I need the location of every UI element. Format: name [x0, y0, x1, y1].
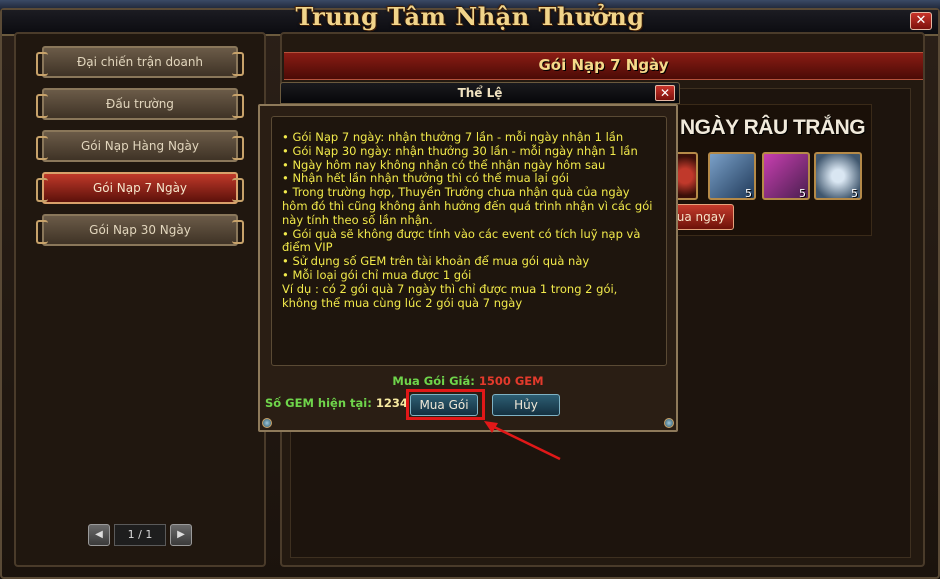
current-gem-line: Số GEM hiện tại: 1234: [265, 396, 408, 410]
annotation-arrow-icon: [484, 421, 561, 461]
current-gem-value: 1234: [375, 396, 408, 410]
menu-item-30-day-pack[interactable]: Gói Nạp 30 Ngày: [36, 214, 244, 246]
reward-item-diamond-icon[interactable]: 5: [814, 152, 862, 200]
item-count: 5: [745, 187, 752, 200]
corner-ornament: [262, 418, 272, 428]
price-line: Mua Gói Giá: 1500 GEM: [260, 374, 676, 388]
rule-line: Ví dụ : có 2 gói quà 7 ngày thì chỉ được…: [282, 281, 618, 310]
reward-item-character-icon[interactable]: 5: [708, 152, 756, 200]
item-count: 5: [799, 187, 806, 200]
window-close-button[interactable]: ✕: [910, 12, 932, 30]
dialog-body: • Gói Nạp 7 ngày: nhận thưởng 7 lần - mỗ…: [258, 104, 678, 432]
price-label: Mua Gói Giá:: [392, 374, 475, 388]
left-menu-panel: Đại chiến trận doanh Đấu trường Gói Nạp …: [14, 32, 266, 567]
rules-text-area: • Gói Nạp 7 ngày: nhận thưởng 7 lần - mỗ…: [271, 116, 667, 366]
menu-item-7-day-pack[interactable]: Gói Nạp 7 Ngày: [36, 172, 244, 204]
rule-line: • Gói Nạp 7 ngày: nhận thưởng 7 lần - mỗ…: [282, 130, 624, 144]
content-header: Gói Nạp 7 Ngày: [284, 52, 923, 80]
rule-line: • Gói quà sẽ không được tính vào các eve…: [282, 226, 641, 255]
menu-item-faction-war[interactable]: Đại chiến trận doanh: [36, 46, 244, 78]
corner-ornament: [664, 418, 674, 428]
reward-item-scroll-icon[interactable]: 5: [762, 152, 810, 200]
content-title: Gói Nạp 7 Ngày: [538, 56, 669, 74]
promo-title: NGÀY RÂU TRẮNG: [680, 116, 866, 139]
rule-line: • Nhận hết lần nhận thưởng thì có thể mu…: [282, 171, 569, 186]
dialog-close-button[interactable]: ✕: [655, 85, 675, 101]
rule-line: • Mỗi loại gói chỉ mua được 1 gói: [282, 267, 472, 282]
buy-pack-button[interactable]: Mua Gói: [410, 394, 478, 416]
dialog-title: Thể Lệ: [457, 86, 503, 100]
current-gem-label: Số GEM hiện tại:: [265, 396, 372, 410]
menu-item-arena[interactable]: Đấu trường: [36, 88, 244, 120]
prev-page-icon[interactable]: ◀: [88, 524, 110, 546]
rule-line: • Gói Nạp 30 ngày: nhận thưởng 30 lần - …: [282, 143, 638, 158]
rule-line: • Trong trường hợp, Thuyền Trưởng chưa n…: [282, 185, 653, 227]
rule-line: • Ngày hôm nay không nhận có thể nhận ng…: [282, 157, 606, 172]
dialog-title-bar: Thể Lệ ✕: [280, 82, 680, 104]
item-count: 5: [851, 187, 858, 200]
next-page-icon[interactable]: ▶: [170, 524, 192, 546]
cancel-button[interactable]: Hủy: [492, 394, 560, 416]
rules-dialog: Thể Lệ ✕ • Gói Nạp 7 ngày: nhận thưởng 7…: [258, 82, 680, 432]
rule-line: • Sử dụng số GEM trên tài khoản để mua g…: [282, 254, 590, 269]
window-title: Trung Tâm Nhận Thưởng: [295, 2, 645, 31]
price-value: 1500 GEM: [478, 374, 544, 388]
page-indicator: 1 / 1: [114, 524, 166, 546]
menu-item-daily-pack[interactable]: Gói Nạp Hàng Ngày: [36, 130, 244, 162]
pager: ◀ 1 / 1 ▶: [88, 524, 192, 546]
